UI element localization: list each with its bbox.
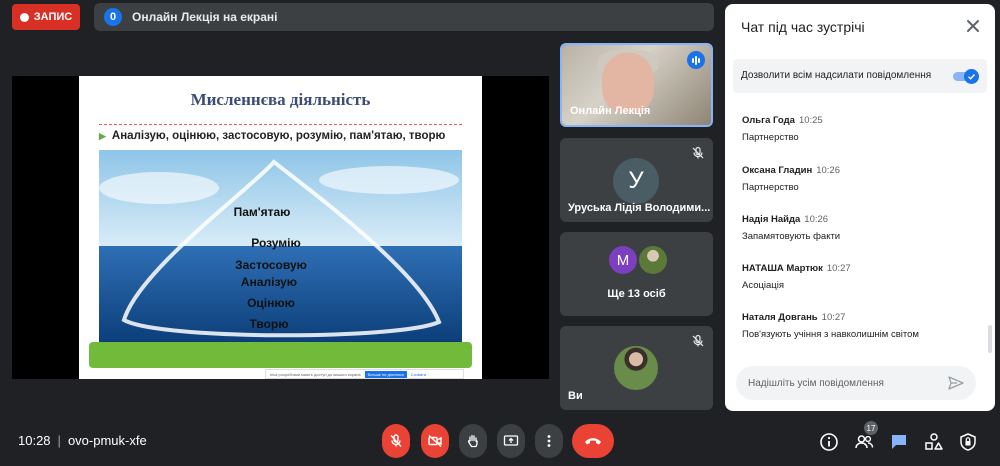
message-text: Пов'язують учіння з навколишнім світом: [742, 329, 919, 340]
chat-permission-toggle[interactable]: [953, 69, 979, 84]
bullet-arrow-icon: ▶: [99, 131, 106, 141]
message-sender: Ольга Года: [742, 115, 795, 126]
mic-off-icon: [692, 146, 704, 159]
presentation-chip[interactable]: 0 Онлайн Лекція на екрані: [94, 3, 714, 31]
camera-off-icon: [428, 434, 442, 448]
chat-permission-setting: Дозволити всім надсилати повідомлення: [733, 59, 987, 93]
info-icon[interactable]: [819, 432, 839, 452]
present-button[interactable]: [497, 424, 525, 458]
microphone-button[interactable]: [382, 424, 410, 458]
check-icon: [964, 69, 979, 84]
chat-message: Ольга Года 10:25 Партнерство: [742, 115, 972, 143]
pyramid-word-1: Пам'ятаю: [234, 205, 291, 219]
recording-button[interactable]: ЗАПИС: [12, 4, 80, 30]
slide-bullet-text: Аналізую, оцінюю, застосовую, розумію, п…: [111, 130, 446, 142]
screen-share-notice: Інші розробники мають доступ до вашого е…: [265, 369, 464, 379]
message-sender: Оксана Гладин: [742, 165, 813, 176]
close-icon[interactable]: [963, 16, 983, 36]
chat-title: Чат під час зустрічі: [741, 19, 865, 35]
meeting-info-divider: |: [57, 433, 61, 448]
end-call-button[interactable]: [572, 424, 614, 458]
presentation-slide: Мисленнєва діяльність ▶ Аналізую, оцінюю,…: [79, 76, 482, 379]
participant-tile-uruska[interactable]: У Уруська Лідія Володими...: [560, 138, 713, 222]
slide-green-bar: [89, 342, 472, 368]
mic-off-icon: [390, 434, 402, 447]
message-sender: Надія Найда: [742, 214, 801, 225]
hide-notice-link[interactable]: Сховати: [411, 372, 426, 377]
message-time: 10:26: [816, 165, 840, 176]
send-icon[interactable]: [947, 374, 965, 392]
message-time: 10:27: [821, 312, 846, 323]
message-sender: Наталя Довгань: [742, 312, 818, 323]
participant-name: Ви: [568, 390, 583, 402]
speaking-icon: [687, 51, 705, 69]
chat-message: Оксана Гладин 10:26 Партнерство: [742, 165, 972, 193]
record-dot-icon: [19, 12, 29, 22]
stop-sharing-button[interactable]: Більше не ділитися: [364, 370, 407, 378]
message-sender: НАТАША Мартюк: [742, 263, 823, 274]
participant-tile-others[interactable]: М Ще 13 осіб: [560, 232, 713, 316]
chat-scrollbar[interactable]: [988, 325, 992, 353]
chat-panel: Чат під час зустрічі Дозволити всім надс…: [725, 4, 995, 411]
avatar-photo: [639, 246, 667, 274]
meeting-code: ovo-pmuk-xfe: [67, 433, 147, 448]
chat-message: НАТАША Мартюк 10:27 Асоціація: [742, 263, 972, 291]
raise-hand-button[interactable]: [459, 424, 487, 458]
message-text: Партнерство: [742, 182, 799, 193]
people-count-badge: 17: [864, 421, 878, 435]
video-figure-face: [602, 53, 654, 113]
host-controls-icon[interactable]: [958, 432, 978, 452]
avatar: [614, 346, 658, 390]
pyramid-word-4: Аналізую: [241, 275, 297, 289]
message-text: Партнерство: [742, 132, 799, 143]
pyramid-word-5: Оцінюю: [247, 296, 295, 310]
more-options-icon: [547, 435, 551, 447]
meeting-info: 10:28 | ovo-pmuk-xfe: [18, 433, 147, 448]
recording-label: ЗАПИС: [33, 11, 73, 23]
participant-name: Онлайн Лекція: [570, 105, 651, 117]
end-call-icon: [585, 438, 601, 445]
camera-button[interactable]: [421, 424, 449, 458]
current-time: 10:28: [18, 433, 51, 448]
message-text: Запамятовують факти: [742, 231, 841, 242]
chat-permission-label: Дозволити всім надсилати повідомлення: [741, 70, 932, 81]
presentation-stage: Мисленнєва діяльність ▶ Аналізую, оцінюю,…: [12, 76, 549, 379]
pyramid-word-6: Творю: [250, 317, 289, 331]
chat-icon[interactable]: [889, 432, 909, 452]
participant-tile-self[interactable]: Ви: [560, 326, 713, 410]
slide-title: Мисленнєва діяльність: [190, 90, 371, 109]
avatar: М: [609, 246, 637, 274]
slide-divider: [99, 124, 462, 125]
avatar: У: [613, 158, 659, 204]
activities-icon[interactable]: [924, 432, 944, 452]
message-time: 10:27: [826, 263, 851, 274]
chat-message-input[interactable]: [736, 366, 976, 400]
pyramid-word-3: Застосовую: [235, 258, 307, 272]
more-options-button[interactable]: [535, 424, 563, 458]
present-screen-icon: [503, 435, 519, 446]
presentation-chip-label: Онлайн Лекція на екрані: [132, 10, 278, 24]
notice-text: Інші розробники мають доступ до вашого е…: [270, 371, 361, 377]
iceberg-image: Пам'ятаю Розумію Застосовую Аналізую Оці…: [99, 150, 462, 342]
message-time: 10:25: [798, 115, 823, 126]
pyramid-word-2: Розумію: [251, 236, 301, 250]
chat-message: Надія Найда 10:26 Запамятовують факти: [742, 214, 972, 242]
participant-name: Уруська Лідія Володими...: [568, 202, 711, 214]
message-text: Асоціація: [742, 280, 785, 291]
mic-off-icon: [692, 334, 704, 347]
message-time: 10:26: [804, 214, 829, 225]
slide-bullet: ▶ Аналізую, оцінюю, застосовую, розумію, …: [99, 130, 445, 142]
people-icon[interactable]: [854, 432, 874, 452]
more-participants-label: Ще 13 осіб: [607, 288, 666, 300]
presentation-count-badge: 0: [104, 8, 122, 26]
chat-message: Наталя Довгань 10:27 Пов'язують учіння з …: [742, 312, 972, 340]
raise-hand-icon: [467, 434, 478, 448]
participant-tile-online-lecture[interactable]: Онлайн Лекція: [560, 43, 713, 127]
